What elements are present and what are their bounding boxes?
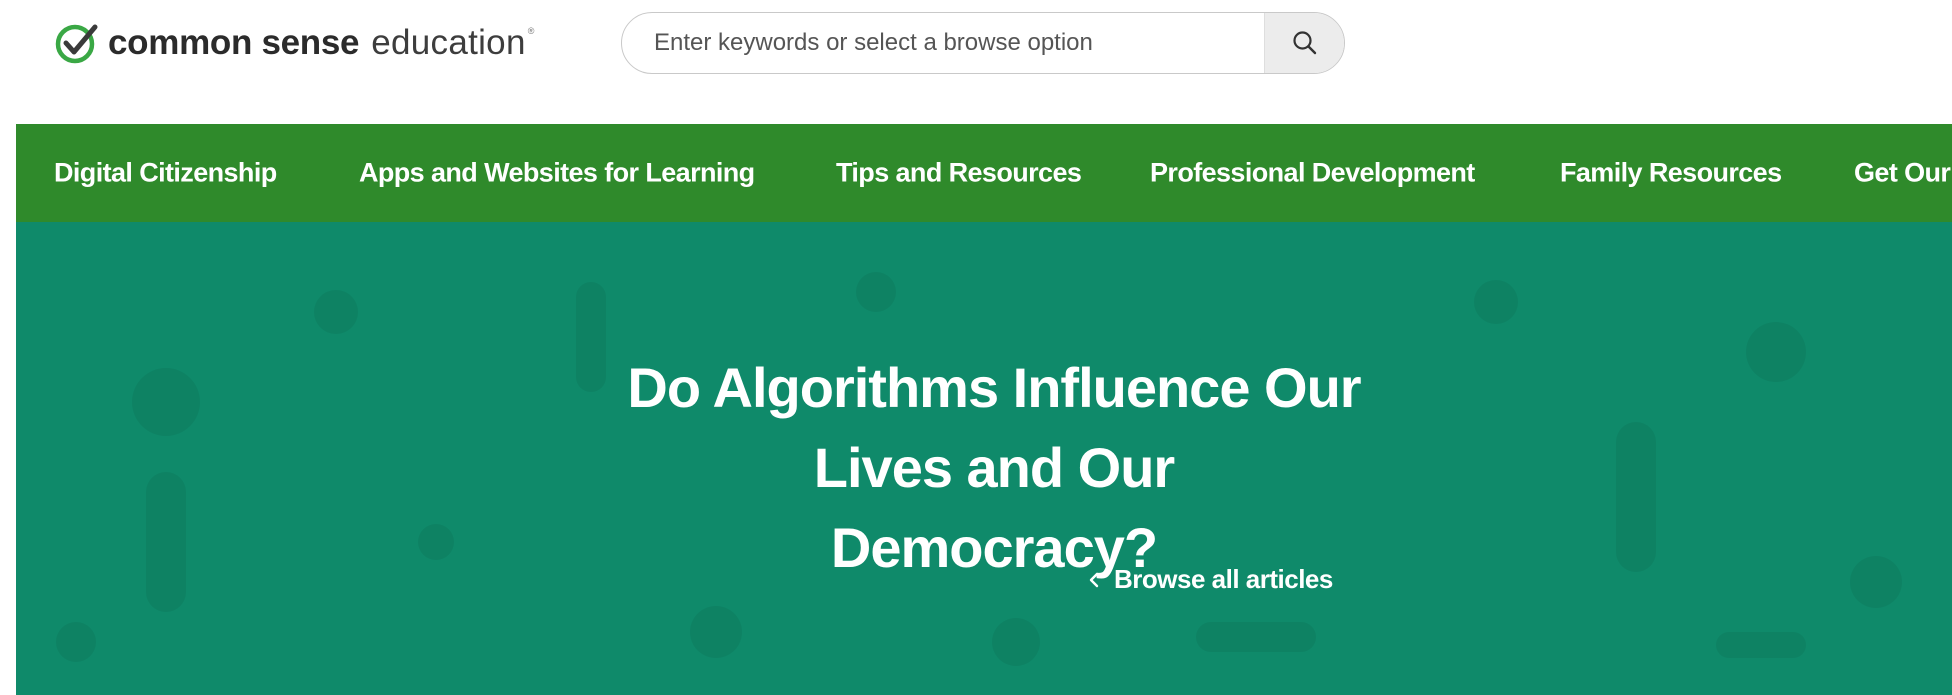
nav-item-apps-and-websites[interactable]: Apps and Websites for Learning bbox=[359, 158, 755, 189]
site-header: common sense education ® bbox=[0, 0, 1952, 124]
hero-banner: Do Algorithms Influence Our Lives and Ou… bbox=[16, 222, 1952, 695]
nav-item-tips-and-resources[interactable]: Tips and Resources bbox=[836, 158, 1082, 189]
nav-item-digital-citizenship[interactable]: Digital Citizenship bbox=[54, 158, 277, 189]
check-circle-icon bbox=[55, 24, 98, 64]
trademark-mark: ® bbox=[527, 26, 535, 36]
article-title: Do Algorithms Influence Our Lives and Ou… bbox=[16, 348, 1952, 588]
search-button[interactable] bbox=[1264, 13, 1344, 73]
search-box bbox=[621, 12, 1345, 74]
search-icon bbox=[1292, 31, 1316, 55]
site-logo[interactable]: common sense education ® bbox=[54, 18, 534, 68]
nav-item-family-resources[interactable]: Family Resources bbox=[1560, 158, 1782, 189]
browse-all-articles-link[interactable]: Browse all articles bbox=[1088, 564, 1333, 595]
nav-item-get-our[interactable]: Get Our bbox=[1854, 158, 1951, 189]
chevron-left-icon bbox=[1088, 571, 1100, 589]
logo-text-light: education bbox=[371, 23, 526, 62]
article-title-line-1: Do Algorithms Influence Our Lives and Ou… bbox=[627, 356, 1361, 499]
search-input[interactable] bbox=[622, 13, 1264, 73]
nav-item-professional-development[interactable]: Professional Development bbox=[1150, 158, 1475, 189]
main-nav: Digital Citizenship Apps and Websites fo… bbox=[16, 124, 1952, 222]
browse-all-articles-label: Browse all articles bbox=[1114, 564, 1333, 594]
logo-text-bold: common sense bbox=[108, 23, 360, 62]
page: common sense education ® Digital Citizen… bbox=[0, 0, 1952, 695]
